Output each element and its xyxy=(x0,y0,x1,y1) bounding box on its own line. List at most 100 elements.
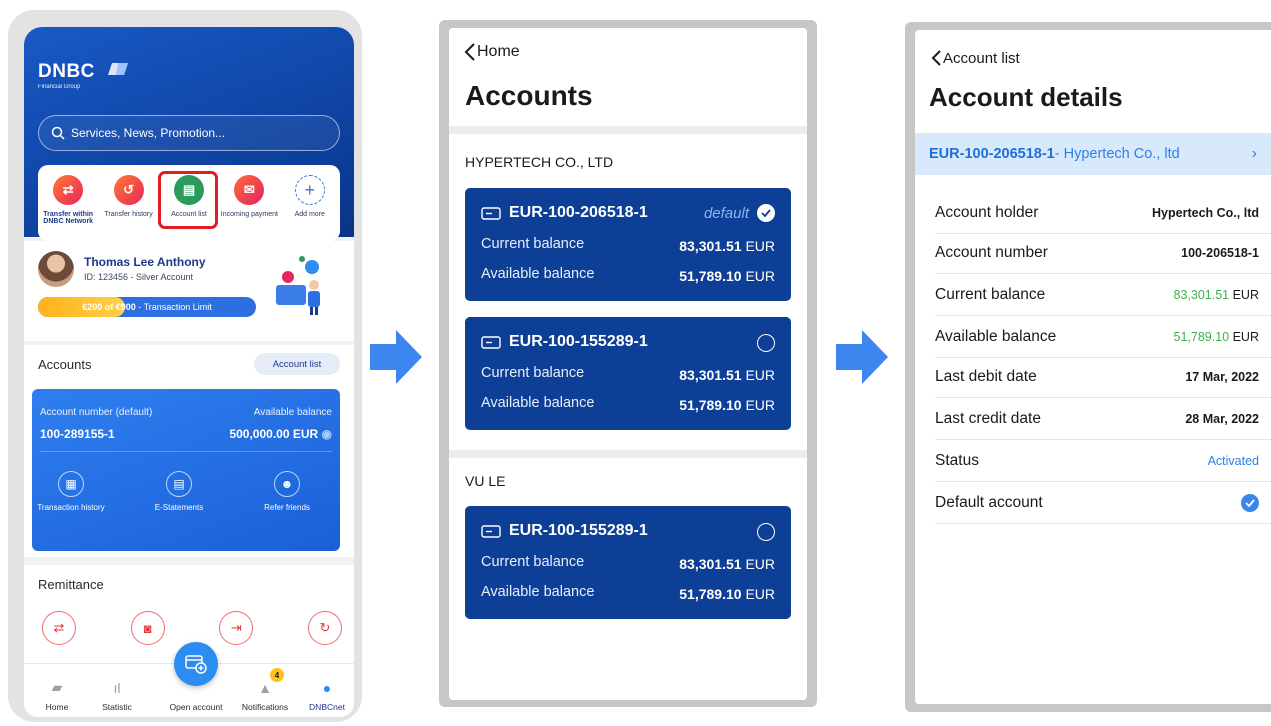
currency: EUR xyxy=(745,268,775,284)
account-card-number: EUR-100-155289-1 xyxy=(481,522,648,540)
detail-value: 100-206518-1 xyxy=(1181,245,1259,260)
accounts-section: Accounts Account list Account number (de… xyxy=(24,345,354,557)
quick-add-more[interactable]: + Add more xyxy=(281,175,339,241)
receipt-icon: ▦ xyxy=(58,471,84,497)
card-number-text: EUR-100-206518-1 xyxy=(509,204,648,221)
detail-row: Account holder Hypertech Co., ltd xyxy=(935,192,1271,234)
account-details-screen: Account list Account details EUR-100-206… xyxy=(915,30,1271,704)
radio-unselected-icon[interactable] xyxy=(757,523,775,541)
remittance-title: Remittance xyxy=(38,577,104,592)
remittance-icons: ⇄ ◙ ⇥ ↻ xyxy=(42,611,342,645)
tab-label: Home xyxy=(45,702,69,712)
detail-label: Current balance xyxy=(935,285,1046,303)
remit-send-icon[interactable]: ⇥ xyxy=(219,611,254,645)
tab-notifications[interactable]: ▲ 4 Notifications xyxy=(232,668,298,712)
currency: EUR xyxy=(745,367,775,383)
remit-history-icon[interactable]: ↻ xyxy=(307,611,342,645)
remit-exchange-icon[interactable]: ◙ xyxy=(130,611,165,645)
card-icon xyxy=(481,524,501,538)
available-balance-value: 51,789.10 EUR xyxy=(679,268,775,284)
transaction-history-action[interactable]: ▦ Transaction history xyxy=(36,471,106,512)
search-icon xyxy=(51,126,65,140)
currency: EUR xyxy=(745,586,775,602)
radio-unselected-icon[interactable] xyxy=(757,334,775,352)
profile-card[interactable]: Thomas Lee Anthony ID: 123456 - Silver A… xyxy=(24,241,354,341)
accounts-screen: Home Accounts HYPERTECH CO., LTD EUR-100… xyxy=(449,28,807,700)
section-divider xyxy=(449,126,807,134)
detail-label: Last debit date xyxy=(935,367,1037,385)
tab-open-account[interactable]: Open account xyxy=(154,676,238,712)
account-card[interactable]: EUR-100-206518-1 default Current balance… xyxy=(465,188,791,301)
transaction-limit-bar: €200 of €900 - Transaction Limit xyxy=(38,297,256,317)
action-label: E-Statements xyxy=(154,503,204,512)
detail-row: Last credit date 28 Mar, 2022 xyxy=(935,398,1271,440)
quick-account-list[interactable]: ▤ Account list xyxy=(157,171,218,241)
quick-label: Incoming payment xyxy=(220,211,278,218)
highlight-box xyxy=(157,171,218,229)
plus-icon: + xyxy=(294,175,325,205)
tab-label: Notifications xyxy=(241,702,289,712)
current-amount: 83,301.51 xyxy=(679,367,742,383)
detail-label: Default account xyxy=(935,493,1043,511)
default-indicator: default xyxy=(704,204,775,222)
limit-amount: €200 of €900 xyxy=(82,302,136,312)
quick-incoming-payment[interactable]: ✉ Incoming payment xyxy=(220,175,278,241)
home-screen: DNBC Financial Group Services, News, Pro… xyxy=(24,27,354,717)
current-balance-value: 83,301.51 EUR xyxy=(679,238,775,254)
account-card-number: EUR-100-206518-1 xyxy=(481,204,648,222)
detail-row: Status Activated xyxy=(935,440,1271,482)
account-card[interactable]: EUR-100-155289-1 Current balance 83,301.… xyxy=(465,506,791,619)
status-value: Activated xyxy=(1207,453,1259,468)
detail-row: Available balance 51,789.10 EUR xyxy=(935,316,1271,358)
chevron-left-icon xyxy=(464,43,475,61)
available-balance-label: Available balance xyxy=(481,584,595,600)
e-statements-action[interactable]: ▤ E-Statements xyxy=(144,471,214,512)
card-icon xyxy=(481,335,501,349)
avatar xyxy=(38,251,74,287)
detail-label: Available balance xyxy=(935,327,1057,345)
back-button[interactable]: Home xyxy=(463,42,520,62)
history-icon: ↺ xyxy=(113,175,144,205)
statistic-icon: ıl xyxy=(113,680,121,696)
detail-row: Default account xyxy=(935,482,1271,524)
account-selector[interactable]: EUR-100-206518-1 - Hypertech Co., ltd › xyxy=(915,133,1271,175)
account-number-label: Account number (default) xyxy=(40,407,153,418)
eye-icon[interactable]: ◉ xyxy=(322,427,332,441)
incoming-payment-icon: ✉ xyxy=(234,175,265,205)
account-number: 100-289155-1 xyxy=(40,427,115,441)
refer-friends-action[interactable]: ☻ Refer friends xyxy=(252,471,322,512)
illustration-icon xyxy=(276,256,320,315)
quick-label: Add more xyxy=(294,211,325,218)
limit-label: - Transaction Limit xyxy=(135,302,212,312)
tab-dnbcnet[interactable]: ● DNBCnet xyxy=(294,676,354,712)
account-card-number: EUR-100-155289-1 xyxy=(481,333,648,351)
remit-transfer-icon[interactable]: ⇄ xyxy=(42,611,76,645)
tab-statistic[interactable]: ıl Statistic xyxy=(84,676,150,712)
detail-label: Account holder xyxy=(935,203,1039,221)
phone-details-frame: Account list Account details EUR-100-206… xyxy=(905,22,1271,712)
notification-badge: 4 xyxy=(270,668,284,682)
currency: EUR xyxy=(1232,329,1259,344)
detail-label: Account number xyxy=(935,243,1048,261)
current-amount: 83,301.51 xyxy=(679,238,742,254)
quick-transfer-history[interactable]: ↺ Transfer history xyxy=(100,175,158,241)
default-label: default xyxy=(703,204,749,222)
check-icon xyxy=(757,204,775,222)
tab-home[interactable]: ▰ Home xyxy=(24,676,90,712)
search-input[interactable]: Services, News, Promotion... xyxy=(38,115,340,151)
account-list-button[interactable]: Account list xyxy=(254,353,340,375)
bell-icon: ▲ 4 xyxy=(232,668,298,696)
flow-arrow-icon xyxy=(370,330,422,384)
current-balance-label: Current balance xyxy=(481,554,585,570)
selected-account-company: - Hypertech Co., ltd xyxy=(1054,146,1180,162)
quick-transfer-within[interactable]: ⇄ Transfer within DNBC Network xyxy=(39,175,97,241)
statement-icon: ▤ xyxy=(166,471,192,497)
chevron-right-icon: › xyxy=(1251,145,1257,162)
available-balance-value: 51,789.10 EUR xyxy=(679,586,775,602)
back-button[interactable]: Account list xyxy=(929,48,1020,68)
amount: 83,301.51 xyxy=(1173,287,1230,302)
tab-label: Statistic xyxy=(102,702,132,712)
default-account-card[interactable]: Account number (default) Available balan… xyxy=(32,389,340,551)
account-card[interactable]: EUR-100-155289-1 Current balance 83,301.… xyxy=(465,317,791,430)
group-name: VU LE xyxy=(465,473,506,489)
